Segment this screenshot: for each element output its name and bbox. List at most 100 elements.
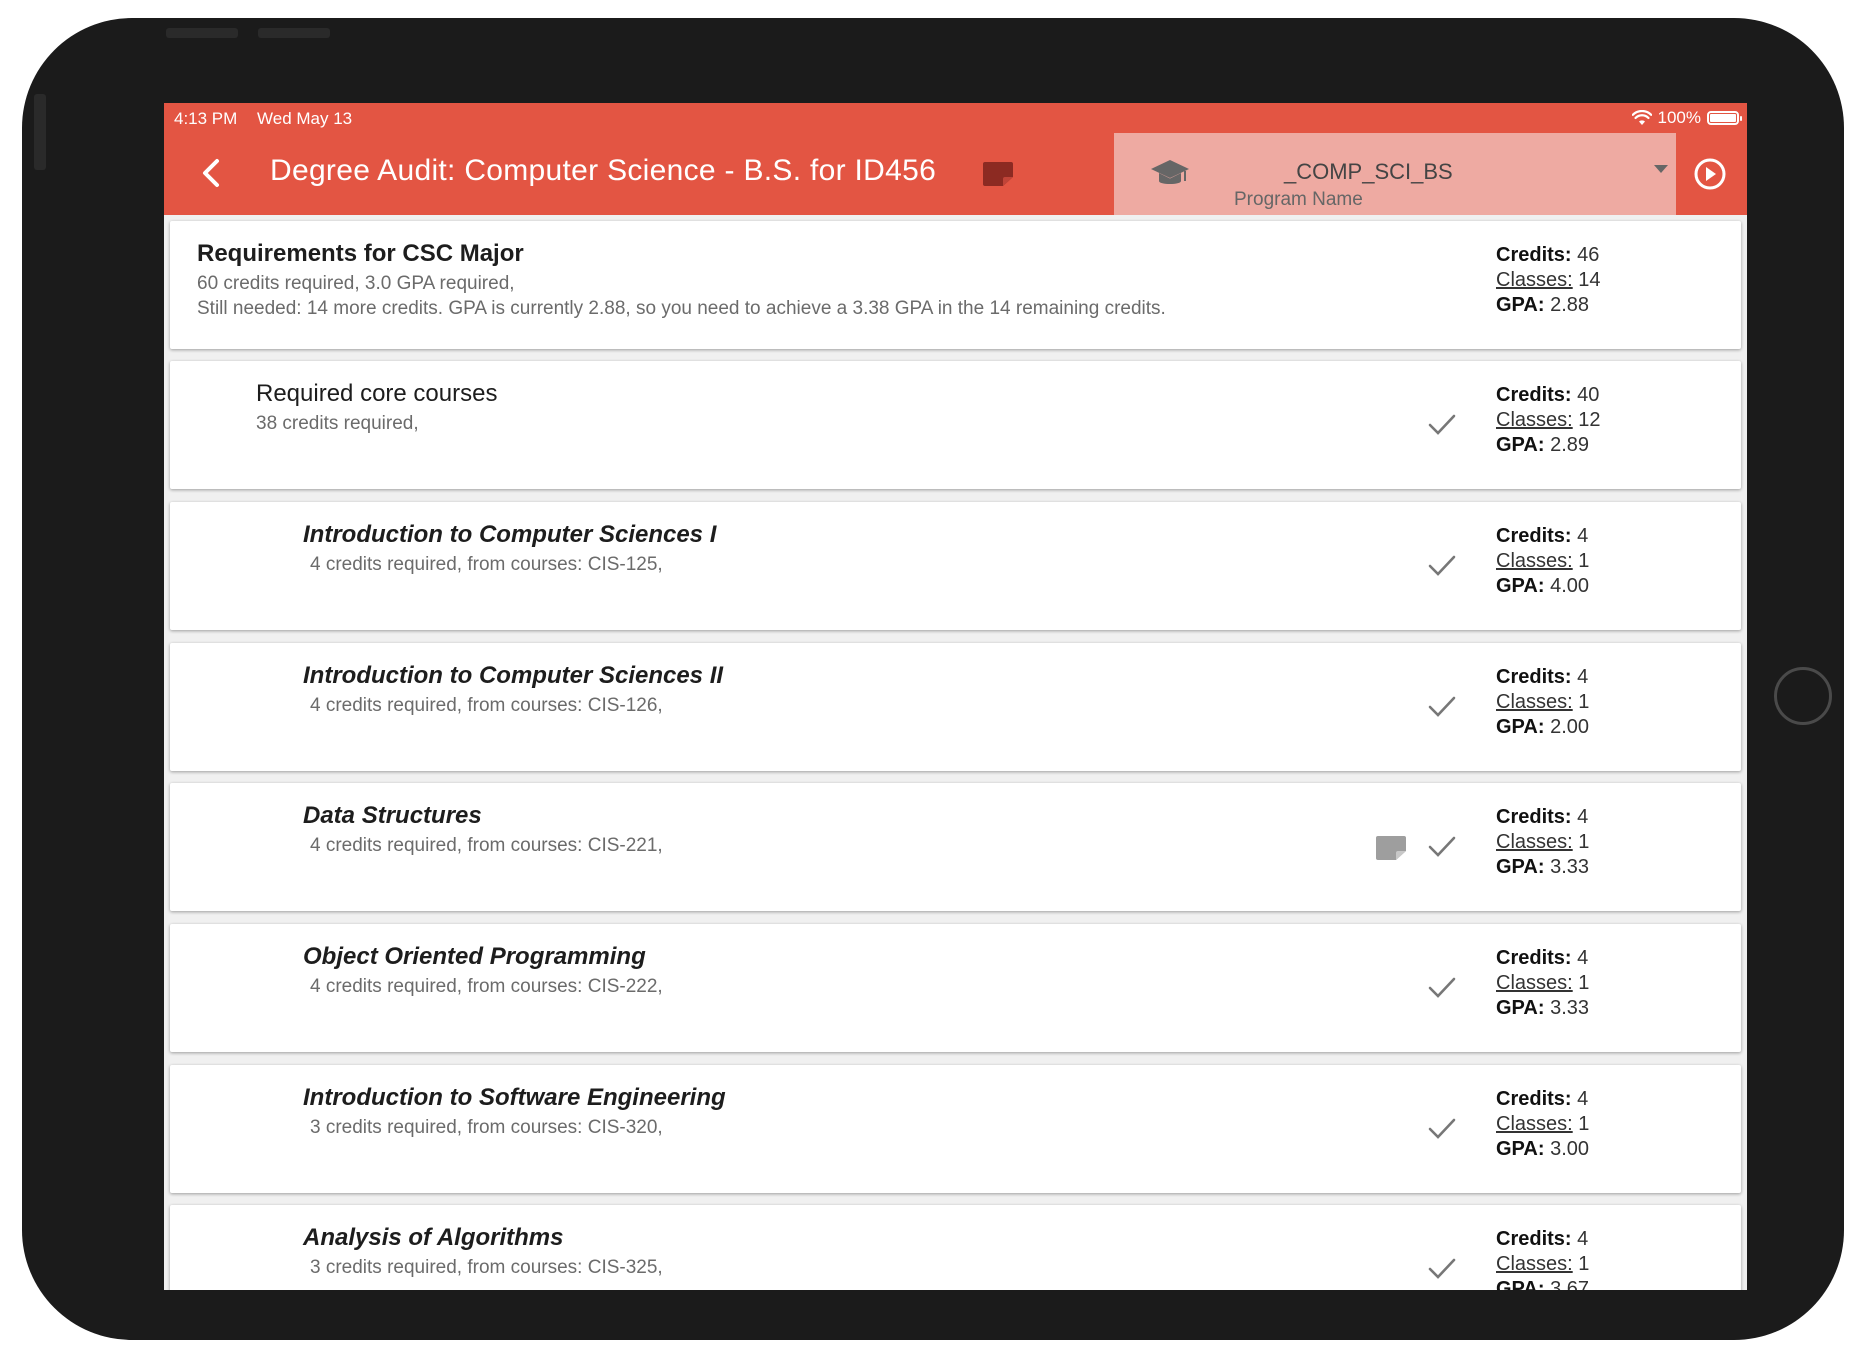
check-icon <box>1428 555 1456 576</box>
credits-label: Credits: <box>1496 244 1572 266</box>
side-button <box>34 94 46 170</box>
course-details: 4 credits required, from courses: CIS-22… <box>310 976 663 997</box>
classes-link[interactable]: Classes: <box>1496 550 1573 572</box>
status-date: Wed May 13 <box>257 109 353 128</box>
gpa-value: 3.00 <box>1550 1138 1590 1160</box>
classes-value: 12 <box>1578 409 1601 431</box>
course-card[interactable]: Data Structures 4 credits required, from… <box>170 783 1741 911</box>
status-time: 4:13 PM <box>174 109 238 128</box>
classes-link[interactable]: Classes: <box>1496 691 1573 713</box>
check-icon <box>1428 414 1456 435</box>
course-details: 4 credits required, from courses: CIS-22… <box>310 835 663 856</box>
classes-link[interactable]: Classes: <box>1496 1113 1573 1135</box>
course-note-button[interactable] <box>1375 835 1407 861</box>
major-requirements-text: 60 credits required, 3.0 GPA required, <box>197 273 515 294</box>
status-indicators: 100% <box>1631 108 1742 128</box>
credits-value: 46 <box>1577 244 1600 266</box>
status-bar: 4:13 PM Wed May 13 100% <box>164 103 1747 133</box>
course-title: Introduction to Software Engineering <box>303 1084 726 1111</box>
check-icon <box>1428 836 1456 857</box>
chevron-left-icon <box>203 159 219 187</box>
course-details: 3 credits required, from courses: CIS-32… <box>310 1117 663 1138</box>
credits-value: 4 <box>1577 947 1589 969</box>
course-card[interactable]: Analysis of Algorithms 3 credits require… <box>170 1205 1741 1290</box>
gpa-label: GPA: <box>1496 997 1545 1019</box>
classes-link[interactable]: Classes: <box>1496 831 1573 853</box>
classes-value: 1 <box>1578 1113 1590 1135</box>
course-title: Data Structures <box>303 802 482 829</box>
course-details: 3 credits required, from courses: CIS-32… <box>310 1257 663 1278</box>
major-title: Requirements for CSC Major <box>197 240 524 267</box>
gpa-label: GPA: <box>1496 294 1545 316</box>
back-button[interactable] <box>192 153 232 193</box>
battery-level <box>1710 114 1736 122</box>
credits-value: 4 <box>1577 666 1589 688</box>
gpa-value: 3.33 <box>1550 997 1590 1019</box>
classes-value: 1 <box>1578 831 1590 853</box>
classes-value: 1 <box>1578 691 1590 713</box>
credits-value: 4 <box>1577 1088 1589 1110</box>
major-status-text: Still needed: 14 more credits. GPA is cu… <box>197 298 1166 319</box>
wifi-icon <box>1631 110 1652 125</box>
gpa-value: 3.33 <box>1550 856 1590 878</box>
classes-link[interactable]: Classes: <box>1496 269 1573 291</box>
check-icon <box>1428 696 1456 717</box>
course-title: Analysis of Algorithms <box>303 1224 564 1251</box>
battery-percent: 100% <box>1657 108 1701 127</box>
program-name-select[interactable]: _COMP_SCI_BS Program Name <box>1114 133 1676 215</box>
credits-value: 4 <box>1577 1228 1589 1250</box>
core-details: 38 credits required, <box>256 413 419 434</box>
major-details: 60 credits required, 3.0 GPA required, S… <box>197 271 1166 321</box>
caret-down-icon <box>1654 165 1668 173</box>
course-title: Object Oriented Programming <box>303 943 646 970</box>
home-button[interactable] <box>1774 667 1832 725</box>
gpa-value: 2.88 <box>1550 294 1590 316</box>
course-card[interactable]: Introduction to Software Engineering 3 c… <box>170 1065 1741 1193</box>
note-icon <box>983 162 1013 186</box>
core-stats: Credits: 40 Classes: 12 GPA: 2.89 <box>1496 383 1601 458</box>
check-icon <box>1428 1258 1456 1279</box>
play-circle-icon <box>1694 158 1726 190</box>
core-title: Required core courses <box>256 380 498 407</box>
gpa-label: GPA: <box>1496 856 1545 878</box>
course-title: Introduction to Computer Sciences II <box>303 662 724 689</box>
gpa-label: GPA: <box>1496 1278 1545 1290</box>
app-bar: Degree Audit: Computer Science - B.S. fo… <box>164 133 1747 215</box>
major-requirement-card[interactable]: Requirements for CSC Major 60 credits re… <box>170 221 1741 349</box>
course-details: 4 credits required, from courses: CIS-12… <box>310 695 663 716</box>
credits-label: Credits: <box>1496 384 1572 406</box>
credits-label: Credits: <box>1496 806 1572 828</box>
check-icon <box>1428 977 1456 998</box>
credits-value: 4 <box>1577 806 1589 828</box>
screen: 4:13 PM Wed May 13 100% Degree Audit: Co… <box>164 103 1747 1290</box>
major-stats: Credits: 46 Classes: 14 GPA: 2.88 <box>1496 243 1601 318</box>
gpa-value: 4.00 <box>1550 575 1590 597</box>
volume-button <box>258 28 330 38</box>
credits-label: Credits: <box>1496 666 1572 688</box>
gpa-value: 3.67 <box>1550 1278 1590 1290</box>
course-title: Introduction to Computer Sciences I <box>303 521 717 548</box>
course-card[interactable]: Object Oriented Programming 4 credits re… <box>170 924 1741 1052</box>
note-button[interactable] <box>982 161 1014 187</box>
gpa-label: GPA: <box>1496 575 1545 597</box>
gpa-value: 2.00 <box>1550 716 1590 738</box>
course-stats: Credits: 4 Classes: 1 GPA: 3.67 <box>1496 1227 1589 1290</box>
course-card[interactable]: Introduction to Computer Sciences II 4 c… <box>170 643 1741 771</box>
course-details: 4 credits required, from courses: CIS-12… <box>310 554 663 575</box>
run-audit-button[interactable] <box>1690 154 1730 194</box>
program-label: Program Name <box>1234 189 1363 210</box>
volume-button <box>166 28 238 38</box>
classes-link[interactable]: Classes: <box>1496 409 1573 431</box>
classes-link[interactable]: Classes: <box>1496 1253 1573 1275</box>
course-stats: Credits: 4 Classes: 1 GPA: 3.00 <box>1496 1087 1589 1162</box>
credits-value: 40 <box>1577 384 1600 406</box>
battery-icon <box>1707 111 1742 125</box>
classes-value: 1 <box>1578 1253 1590 1275</box>
course-stats: Credits: 4 Classes: 1 GPA: 2.00 <box>1496 665 1589 740</box>
course-card[interactable]: Introduction to Computer Sciences I 4 cr… <box>170 502 1741 630</box>
classes-link[interactable]: Classes: <box>1496 972 1573 994</box>
classes-value: 1 <box>1578 550 1590 572</box>
core-requirement-card[interactable]: Required core courses 38 credits require… <box>170 361 1741 489</box>
program-value: _COMP_SCI_BS <box>1284 159 1453 184</box>
credits-label: Credits: <box>1496 1228 1572 1250</box>
